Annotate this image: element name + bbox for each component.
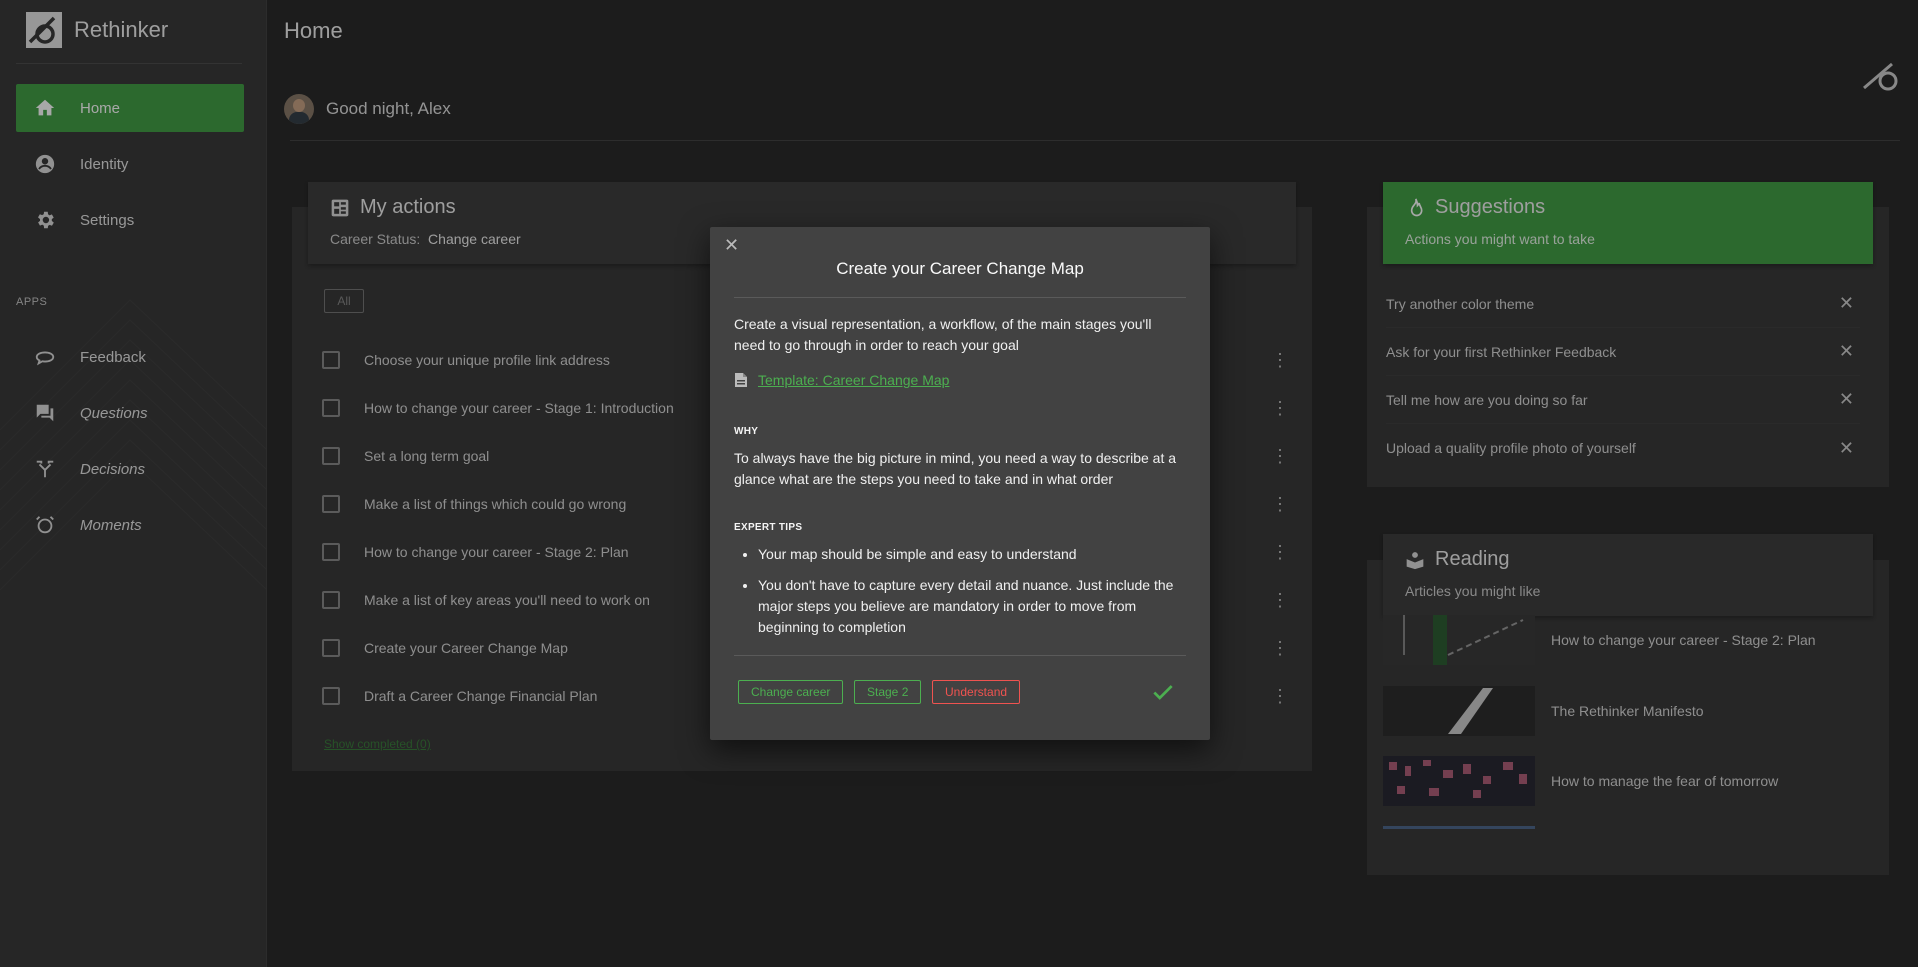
check-icon[interactable] [1150,679,1176,705]
expert-tips-list: Your map should be simple and easy to un… [734,544,1186,648]
dialog-title: Create your Career Change Map [836,259,1084,278]
tag-career[interactable]: Change career [738,680,844,704]
expert-tips-heading: EXPERT TIPS [734,522,803,533]
divider [734,297,1186,298]
close-icon[interactable]: ✕ [724,235,739,256]
action-detail-dialog: ✕ Create your Career Change Map Create a… [710,227,1210,740]
template-link[interactable]: Template: Career Change Map [734,372,949,388]
why-text: To always have the big picture in mind, … [734,450,1177,487]
tip-item: You don't have to capture every detail a… [758,575,1186,638]
tag-understand[interactable]: Understand [932,680,1021,704]
document-icon [735,373,747,387]
dialog-description: Create a visual representation, a workfl… [734,316,1152,353]
divider [734,655,1186,656]
why-heading: WHY [734,426,759,437]
tag-stage[interactable]: Stage 2 [854,680,922,704]
template-link-text: Template: Career Change Map [758,372,950,388]
tip-item: Your map should be simple and easy to un… [758,544,1186,565]
